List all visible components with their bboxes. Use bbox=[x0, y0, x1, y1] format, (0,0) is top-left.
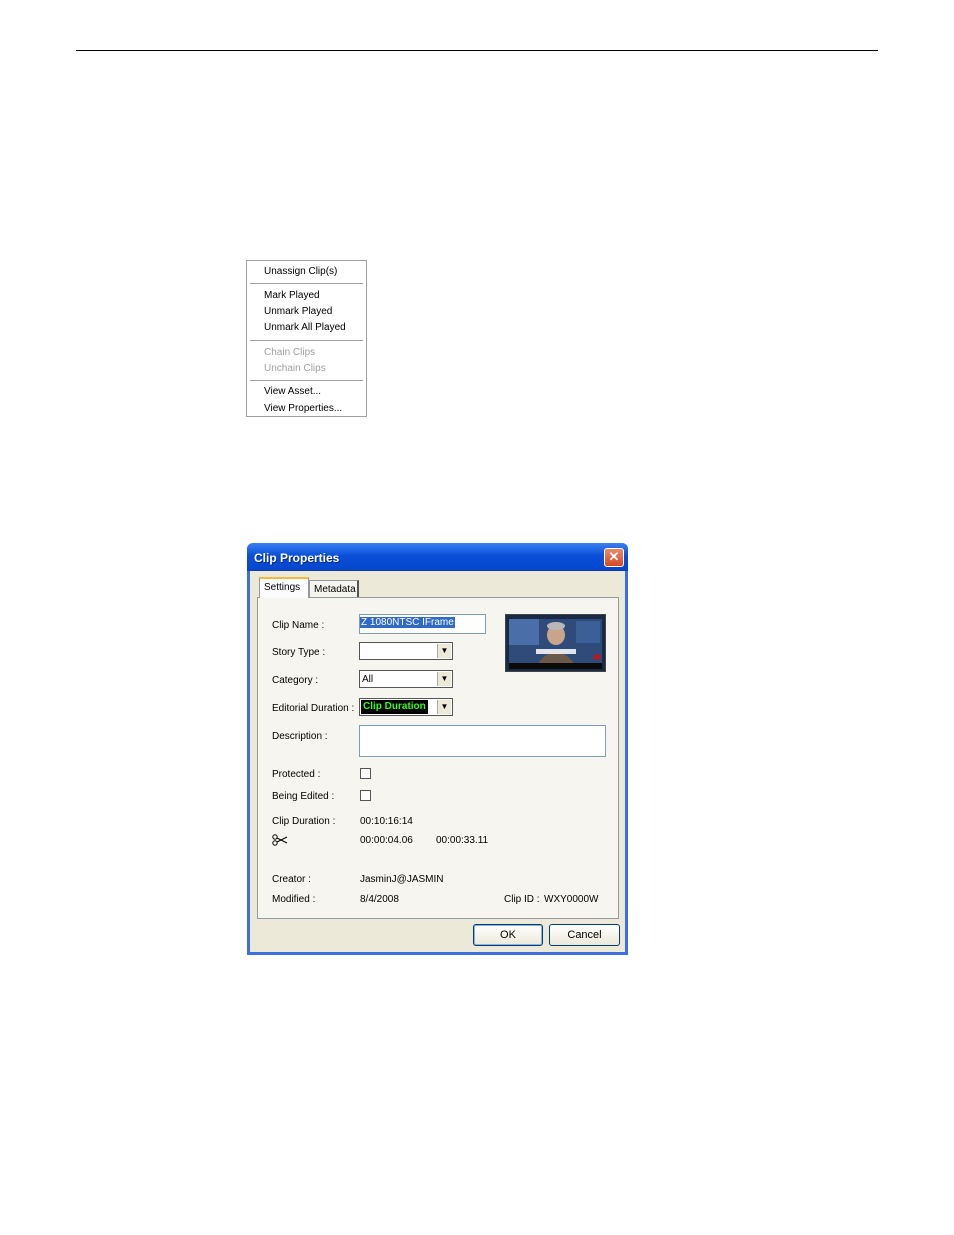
menu-item-chain-clips: Chain Clips bbox=[264, 347, 316, 358]
creator-value: JasminJ@JASMIN bbox=[360, 874, 444, 885]
clip-duration-label: Clip Duration : bbox=[272, 816, 336, 827]
clip-name-input[interactable]: Z 1080NTSC IFrame bbox=[359, 614, 486, 634]
title-bar[interactable]: Clip Properties ✕ bbox=[247, 543, 628, 571]
description-input[interactable] bbox=[359, 725, 606, 757]
scissors-icon-svg bbox=[272, 834, 288, 846]
chevron-down-icon[interactable]: ▼ bbox=[437, 672, 451, 686]
clip-thumbnail bbox=[505, 614, 606, 672]
editorial-duration-select[interactable]: Clip Duration ▼ bbox=[359, 698, 453, 716]
menu-item-view-asset[interactable]: View Asset... bbox=[264, 384, 321, 400]
menu-separator bbox=[250, 380, 363, 381]
mark-out-value: 00:00:33.11 bbox=[436, 835, 489, 846]
menu-item-unmark-played[interactable]: Unmark Played bbox=[264, 304, 332, 320]
protected-label: Protected : bbox=[272, 769, 321, 780]
thumbnail-image bbox=[506, 615, 605, 671]
category-select[interactable]: All ▼ bbox=[359, 670, 453, 688]
chevron-down-icon[interactable]: ▼ bbox=[437, 644, 451, 658]
cancel-button[interactable]: Cancel bbox=[549, 924, 620, 946]
mark-in-value: 00:00:04.06 bbox=[360, 835, 413, 846]
clip-name-label: Clip Name : bbox=[272, 620, 325, 631]
menu-item-unassign-clips[interactable]: Unassign Clip(s) bbox=[264, 264, 337, 280]
ok-button[interactable]: OK bbox=[473, 924, 543, 946]
page-header-rule bbox=[76, 50, 878, 51]
clip-id-value: WXY0000W bbox=[544, 894, 599, 905]
tab-settings[interactable]: Settings bbox=[259, 577, 309, 598]
protected-checkbox[interactable] bbox=[360, 768, 371, 779]
editorial-duration-label: Editorial Duration : bbox=[272, 703, 355, 714]
menu-separator bbox=[250, 283, 363, 284]
menu-item-unmark-all-played[interactable]: Unmark All Played bbox=[264, 320, 346, 336]
description-label: Description : bbox=[272, 731, 328, 742]
modified-label: Modified : bbox=[272, 894, 316, 905]
being-edited-checkbox[interactable] bbox=[360, 790, 371, 801]
category-value: All bbox=[362, 674, 374, 685]
clip-id-label: Clip ID : bbox=[504, 894, 540, 905]
being-edited-label: Being Edited : bbox=[272, 791, 335, 802]
chevron-down-icon[interactable]: ▼ bbox=[437, 700, 451, 714]
scissors-icon bbox=[272, 834, 288, 849]
menu-item-view-properties[interactable]: View Properties... bbox=[264, 401, 342, 417]
story-type-label: Story Type : bbox=[272, 647, 326, 658]
menu-separator bbox=[250, 340, 363, 341]
editorial-duration-value: Clip Duration bbox=[361, 700, 428, 714]
dialog-client-area: Settings Metadata Clip Name : Z 1080NTSC… bbox=[250, 571, 625, 952]
modified-value: 8/4/2008 bbox=[360, 894, 399, 905]
creator-label: Creator : bbox=[272, 874, 311, 885]
story-type-select[interactable]: ▼ bbox=[359, 642, 453, 660]
settings-panel: Clip Name : Z 1080NTSC IFrame Story Type… bbox=[257, 597, 619, 919]
menu-item-mark-played[interactable]: Mark Played bbox=[264, 288, 320, 304]
close-icon[interactable]: ✕ bbox=[604, 548, 624, 567]
clip-properties-dialog: Clip Properties ✕ Settings Metadata Clip… bbox=[247, 543, 628, 955]
dialog-title: Clip Properties bbox=[254, 551, 340, 565]
context-menu: Unassign Clip(s) Mark Played Unmark Play… bbox=[246, 260, 367, 417]
category-label: Category : bbox=[272, 675, 319, 686]
clip-name-value: Z 1080NTSC IFrame bbox=[360, 617, 455, 628]
menu-item-unchain-clips: Unchain Clips bbox=[264, 363, 326, 374]
clip-duration-value: 00:10:16:14 bbox=[360, 816, 413, 827]
